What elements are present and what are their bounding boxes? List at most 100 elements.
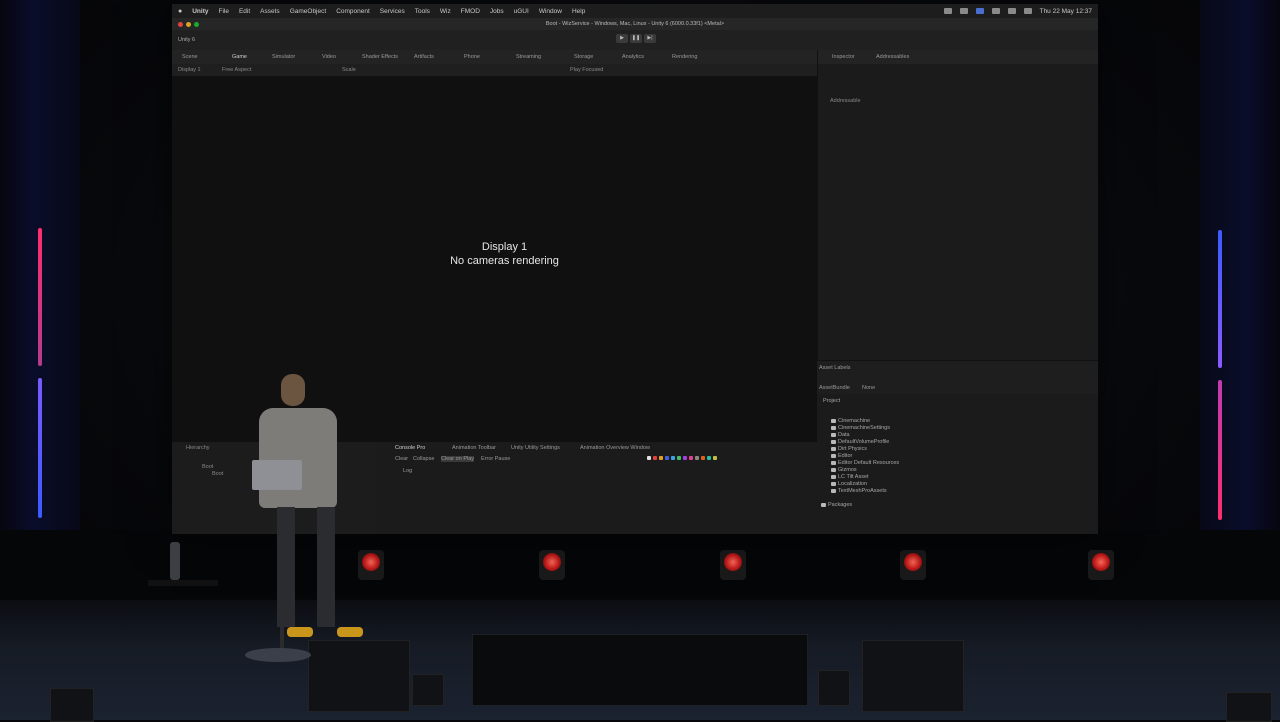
clear-on-play-button[interactable]: Clear on Play	[441, 456, 475, 462]
stage-light	[720, 550, 746, 580]
side-table	[148, 580, 218, 586]
console-panel: Console Pro Animation Toolbar Unity Util…	[377, 442, 817, 534]
tab-phone[interactable]: Phone	[464, 54, 480, 60]
play-icon[interactable]: ▶	[616, 34, 628, 43]
tab-simulator[interactable]: Simulator	[272, 54, 295, 60]
status-icon[interactable]	[943, 8, 952, 14]
display-label: Display 1	[481, 241, 528, 253]
folder-item[interactable]: Localization	[831, 481, 867, 487]
menu-assets[interactable]: Assets	[260, 8, 280, 15]
log-entry[interactable]: Log	[403, 468, 412, 474]
stage-light	[358, 550, 384, 580]
window-controls	[178, 22, 199, 27]
tab-rendering[interactable]: Rendering	[672, 54, 697, 60]
maximize-icon[interactable]	[194, 22, 199, 27]
view-tabs: Scene Game Simulator Video Shader Effect…	[172, 50, 817, 64]
play-focused-dropdown[interactable]: Play Focused	[570, 67, 603, 73]
status-icon[interactable]	[975, 8, 984, 14]
presenter-head	[281, 374, 305, 406]
menu-file[interactable]: File	[218, 8, 228, 15]
hierarchy-root[interactable]: Boot	[202, 464, 213, 470]
stage-monitor-right	[862, 640, 964, 712]
folder-icon	[831, 489, 836, 493]
folder-item[interactable]: CinemachineSettings	[831, 425, 890, 431]
folder-item[interactable]: Packages	[821, 502, 852, 508]
folder-item[interactable]: Editor Default Resources	[831, 460, 899, 466]
menu-app-name[interactable]: Unity	[192, 8, 208, 15]
no-camera-message: Display 1 No cameras rendering	[172, 240, 837, 268]
tab-streaming[interactable]: Streaming	[516, 54, 541, 60]
speaker	[818, 670, 850, 706]
folder-item[interactable]: LC Tilt Asset	[831, 474, 869, 480]
minimize-icon[interactable]	[186, 22, 191, 27]
folder-item[interactable]: Cinemachine	[831, 418, 870, 424]
folder-item[interactable]: Gizmos	[831, 467, 857, 473]
speaker	[1226, 692, 1272, 722]
menu-edit[interactable]: Edit	[239, 8, 250, 15]
menu-gameobject[interactable]: GameObject	[290, 8, 327, 15]
tab-shader-effects[interactable]: Shader Effects	[362, 54, 398, 60]
tab-scene[interactable]: Scene	[182, 54, 198, 60]
stage-center-box	[472, 634, 808, 706]
tab-inspector[interactable]: Inspector	[832, 54, 855, 60]
menu-component[interactable]: Component	[336, 8, 370, 15]
folder-item[interactable]: Dirt Physics	[831, 446, 867, 452]
speaker	[412, 674, 444, 706]
presenter-shoe	[337, 627, 363, 637]
menu-window[interactable]: Window	[539, 8, 562, 15]
tab-animation-overview[interactable]: Animation Overview Window	[580, 445, 650, 451]
folder-icon	[831, 482, 836, 486]
folder-item[interactable]: TextMeshProAssets	[831, 488, 887, 494]
pause-icon[interactable]: ❚❚	[630, 34, 642, 43]
tab-artifacts[interactable]: Artifacts	[414, 54, 434, 60]
status-icon[interactable]	[991, 8, 1000, 14]
tab-animation-toolbar[interactable]: Animation Toolbar	[452, 445, 496, 451]
stage-monitor-left	[308, 640, 410, 712]
menu-jobs[interactable]: Jobs	[490, 8, 504, 15]
scale-slider[interactable]: Scale	[342, 67, 356, 73]
step-icon[interactable]: ▶|	[644, 34, 656, 43]
collapse-button[interactable]: Collapse	[413, 456, 434, 462]
tab-hierarchy[interactable]: Hierarchy	[186, 445, 210, 451]
menu-help[interactable]: Help	[572, 8, 585, 15]
menu-services[interactable]: Services	[380, 8, 405, 15]
stage-light	[900, 550, 926, 580]
left-led-bar-top	[38, 228, 42, 366]
wifi-icon[interactable]	[1007, 8, 1016, 14]
aspect-dropdown[interactable]: Free Aspect	[222, 67, 251, 73]
tab-storage[interactable]: Storage	[574, 54, 593, 60]
tab-project[interactable]: Project	[823, 398, 840, 404]
menu-ugui[interactable]: uGUI	[514, 8, 529, 15]
clear-button[interactable]: Clear	[395, 456, 408, 462]
hierarchy-child[interactable]: Boot	[212, 471, 223, 477]
right-curtain	[1200, 0, 1280, 620]
status-icon[interactable]	[959, 8, 968, 14]
inspector-header: Inspector Addressables	[818, 50, 1098, 64]
stage-light	[539, 550, 565, 580]
folder-item[interactable]: DefaultVolumeProfile	[831, 439, 889, 445]
menu-wiz[interactable]: Wiz	[440, 8, 451, 15]
tab-addressables[interactable]: Addressables	[876, 54, 909, 60]
tab-analytics[interactable]: Analytics	[622, 54, 644, 60]
account-button[interactable]: Unity 6	[178, 37, 195, 43]
assetbundle-dropdown[interactable]: None	[862, 385, 875, 391]
menu-clock[interactable]: Thu 22 May 12:37	[1040, 8, 1092, 15]
tab-game[interactable]: Game	[232, 54, 247, 60]
search-icon[interactable]	[1023, 8, 1032, 14]
tab-video[interactable]: Video	[322, 54, 336, 60]
addressable-label: Addressable	[830, 98, 861, 104]
assetbundle-label: AssetBundle	[819, 385, 850, 391]
window-title: Boot - WizService - Windows, Mac, Linux …	[172, 18, 1098, 30]
inspector-panel: Inspector Addressables Addressable	[817, 50, 1098, 360]
tab-console-pro[interactable]: Console Pro	[395, 445, 425, 451]
menu-tools[interactable]: Tools	[415, 8, 430, 15]
apple-icon[interactable]: ●	[178, 8, 182, 15]
folder-item[interactable]: Editor	[831, 453, 852, 459]
folder-item[interactable]: Data	[831, 432, 850, 438]
menu-fmod[interactable]: FMOD	[461, 8, 480, 15]
console-filter-strip	[647, 456, 717, 460]
error-pause-button[interactable]: Error Pause	[481, 456, 510, 462]
display-dropdown[interactable]: Display 1	[178, 67, 201, 73]
tab-utility-settings[interactable]: Unity Utility Settings	[511, 445, 560, 451]
close-icon[interactable]	[178, 22, 183, 27]
